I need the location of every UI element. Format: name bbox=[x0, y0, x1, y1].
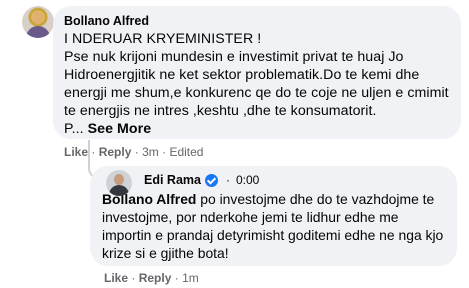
reply-author[interactable]: Edi Rama bbox=[144, 173, 201, 187]
comment-text-line1: I NDERUAR KRYEMINISTER ! bbox=[64, 31, 262, 47]
avatar-head bbox=[114, 174, 124, 185]
edited-label: Edited bbox=[169, 145, 204, 159]
comment-author[interactable]: Bollano Alfred bbox=[64, 13, 449, 29]
avatar-head bbox=[32, 11, 44, 24]
separator: · bbox=[134, 145, 139, 159]
avatar-shoulders bbox=[26, 26, 50, 38]
reply-button[interactable]: Reply bbox=[139, 271, 172, 285]
comment-text-truncated: P... bbox=[64, 121, 84, 137]
like-button[interactable]: Like bbox=[104, 271, 128, 285]
comment-text: I NDERUAR KRYEMINISTER ! Pse nuk krijoni… bbox=[64, 30, 449, 138]
comment-bubble: Bollano Alfred I NDERUAR KRYEMINISTER ! … bbox=[53, 6, 461, 139]
like-button[interactable]: Like bbox=[64, 145, 88, 159]
reply-header: Edi Rama · 0:00 bbox=[102, 172, 445, 188]
separator: · bbox=[225, 173, 230, 187]
commenter-avatar[interactable] bbox=[22, 6, 54, 38]
verified-badge-icon bbox=[204, 173, 218, 187]
separator: · bbox=[174, 271, 179, 285]
audio-time: 0:00 bbox=[235, 173, 260, 187]
comment-actions: Like · Reply · 3m · Edited bbox=[64, 145, 203, 159]
reply-timestamp[interactable]: 1m bbox=[182, 271, 199, 285]
reply-bubble: Edi Rama · 0:00 Bollano Alfred po invest… bbox=[90, 166, 457, 266]
avatar-shoulders bbox=[109, 185, 129, 196]
see-more-link[interactable]: See More bbox=[88, 121, 151, 137]
comment-timestamp[interactable]: 3m bbox=[142, 145, 159, 159]
comment-text-body: Pse nuk krijoni mundesin e investimit pr… bbox=[64, 49, 453, 119]
separator: · bbox=[131, 271, 136, 285]
reply-text: Bollano Alfred po investojme dhe do te v… bbox=[102, 190, 445, 262]
replier-avatar[interactable] bbox=[106, 170, 132, 196]
reply-actions: Like · Reply · 1m bbox=[104, 271, 199, 285]
separator: · bbox=[162, 145, 167, 159]
